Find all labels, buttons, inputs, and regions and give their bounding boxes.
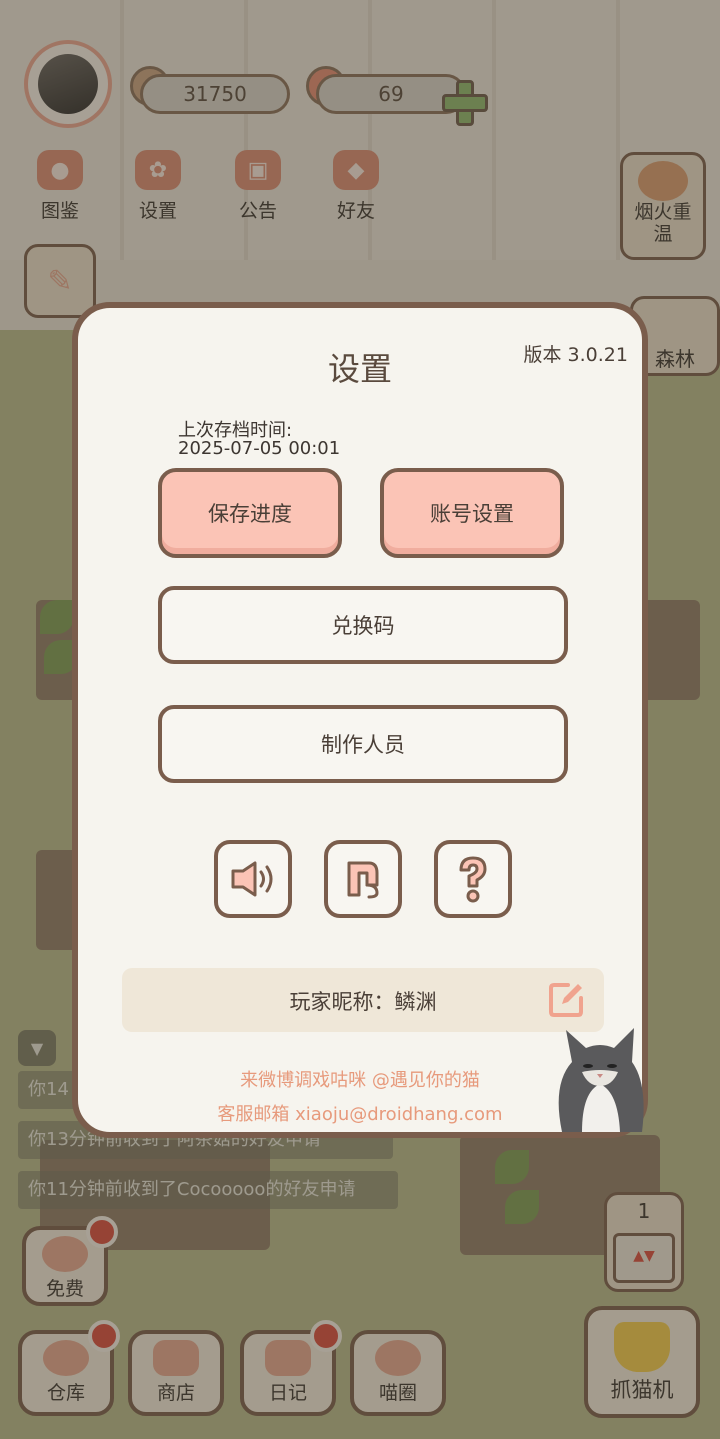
music-note-icon <box>347 861 379 899</box>
sound-toggle-button[interactable] <box>214 840 292 918</box>
cat-photo <box>558 1028 644 1132</box>
save-progress-label: 保存进度 <box>208 502 292 526</box>
music-toggle-button[interactable] <box>324 840 402 918</box>
nickname-bar: 玩家昵称：鳞渊 <box>122 968 604 1032</box>
version-label: 版本 3.0.21 <box>523 344 628 366</box>
redeem-code-button[interactable]: 兑换码 <box>158 586 568 664</box>
credits-button[interactable]: 制作人员 <box>158 705 568 783</box>
save-progress-button[interactable]: 保存进度 <box>158 468 342 558</box>
question-mark-icon <box>459 856 487 903</box>
edit-icon[interactable] <box>548 980 584 1018</box>
save-time-value: 2025-07-05 00:01 <box>178 438 341 459</box>
credits-label: 制作人员 <box>321 733 405 757</box>
settings-dialog: 设置 版本 3.0.21 上次存档时间: 2025-07-05 00:01 保存… <box>72 302 648 1138</box>
nickname-text: 玩家昵称：鳞渊 <box>289 990 437 1014</box>
help-button[interactable] <box>434 840 512 918</box>
account-settings-label: 账号设置 <box>430 502 514 526</box>
account-settings-button[interactable]: 账号设置 <box>380 468 564 558</box>
speaker-icon <box>231 861 273 897</box>
redeem-code-label: 兑换码 <box>331 614 395 638</box>
